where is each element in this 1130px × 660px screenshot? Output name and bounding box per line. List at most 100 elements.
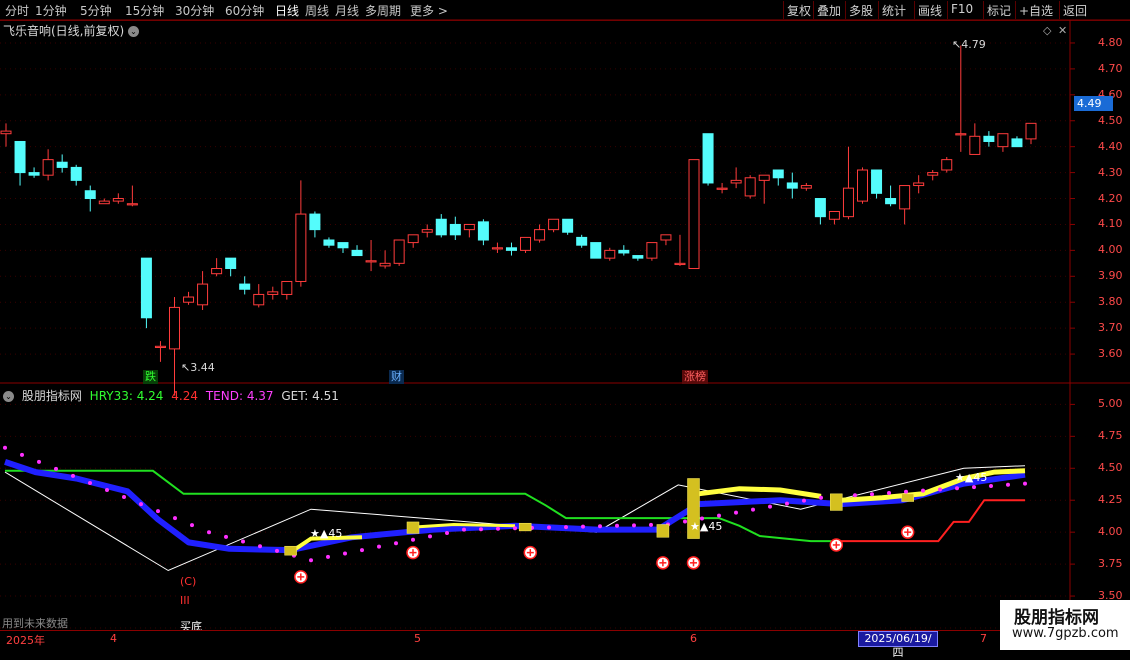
candle[interactable] [927,170,939,181]
candle[interactable] [1011,136,1023,148]
candle-body [183,296,195,303]
candle[interactable] [70,164,82,186]
candle[interactable] [772,169,784,186]
candle[interactable] [590,242,602,259]
candle-body [337,242,349,249]
candle[interactable] [140,257,152,329]
candle[interactable] [604,247,616,261]
candle[interactable] [112,193,124,204]
candle[interactable] [407,234,419,248]
candle-body [604,249,616,259]
candle[interactable] [660,234,672,246]
candle[interactable] [548,218,560,233]
candle[interactable] [941,157,953,173]
candle[interactable] [28,167,40,178]
candle-body [84,190,96,200]
candle[interactable] [225,257,237,277]
candle[interactable] [253,284,265,308]
candle-body [168,306,180,350]
candle-body [632,255,644,259]
close-icon[interactable]: ✕ [1058,24,1067,37]
candle[interactable] [983,131,995,147]
candle[interactable] [857,167,869,204]
candle[interactable] [337,242,349,253]
candle[interactable] [562,218,574,235]
candle-body [449,223,461,236]
candle[interactable] [702,133,714,186]
candle[interactable] [267,286,279,300]
candle-body [211,268,223,275]
candle-body [744,177,756,197]
candle[interactable] [786,172,798,199]
candle[interactable] [42,149,54,181]
candle[interactable] [800,182,812,191]
candle[interactable] [435,214,447,238]
crosshair-date: 2025/06/19/四 [858,631,938,659]
dropdown-icon[interactable]: ⌄ [3,391,14,402]
candle[interactable] [14,140,26,186]
candle[interactable] [84,185,96,212]
candle[interactable] [351,245,363,257]
candle[interactable] [716,182,728,194]
tend-dot [547,525,551,530]
event-zhangbang[interactable]: 涨榜 [682,370,708,384]
candle[interactable] [674,234,686,266]
candle-body [112,198,124,202]
tend-dot [258,544,262,549]
candle[interactable] [126,185,138,207]
event-cai[interactable]: 财 [389,370,404,384]
candle[interactable] [463,223,475,238]
candle[interactable] [56,154,68,173]
candle[interactable] [618,245,630,256]
candle[interactable] [758,174,770,204]
candle[interactable] [534,224,546,243]
candle[interactable] [632,255,644,261]
event-die[interactable]: 跌 [143,370,158,384]
tend-dot [513,526,517,531]
candle[interactable] [365,240,377,272]
candle[interactable] [449,216,461,240]
candle[interactable] [211,258,223,277]
candle[interactable] [814,198,826,225]
candle[interactable] [323,237,335,248]
kline-chart[interactable]: ◇ ✕ [0,0,1130,650]
candle[interactable] [281,280,293,300]
candle[interactable] [730,167,742,189]
candle[interactable] [688,159,700,270]
candle[interactable] [379,250,391,269]
tend-dot [241,539,245,544]
candle[interactable] [913,175,925,194]
candle[interactable] [955,45,967,152]
candle[interactable] [98,198,110,205]
candle[interactable] [421,224,433,238]
candle[interactable] [520,236,532,253]
candle[interactable] [0,123,12,147]
candle[interactable] [646,242,658,261]
candle[interactable] [309,211,321,238]
candle[interactable] [168,297,180,396]
candle[interactable] [295,180,307,287]
indicator-title: ⌄ 股朋指标网 HRY33: 4.24 4.24 TEND: 4.37 GET:… [3,387,343,404]
candle[interactable] [1025,122,1037,145]
candle[interactable] [744,175,756,199]
candle[interactable] [154,341,166,362]
candle[interactable] [969,123,981,155]
candle[interactable] [197,271,209,310]
candle[interactable] [871,169,883,199]
candle[interactable] [239,276,251,295]
candle[interactable] [997,133,1009,152]
candle[interactable] [842,146,854,220]
signal-bar [518,522,532,532]
buy-marker-icon [523,545,538,560]
candle[interactable] [477,219,489,246]
candle[interactable] [899,185,911,225]
diamond-icon[interactable]: ◇ [1043,24,1052,37]
candle[interactable] [393,239,405,266]
low-marker: ↖3.44 [181,361,215,374]
candle[interactable] [505,242,517,256]
candle[interactable] [885,185,897,207]
candle[interactable] [491,242,503,253]
candle[interactable] [183,291,195,305]
candle[interactable] [576,234,588,248]
candle[interactable] [828,210,840,225]
